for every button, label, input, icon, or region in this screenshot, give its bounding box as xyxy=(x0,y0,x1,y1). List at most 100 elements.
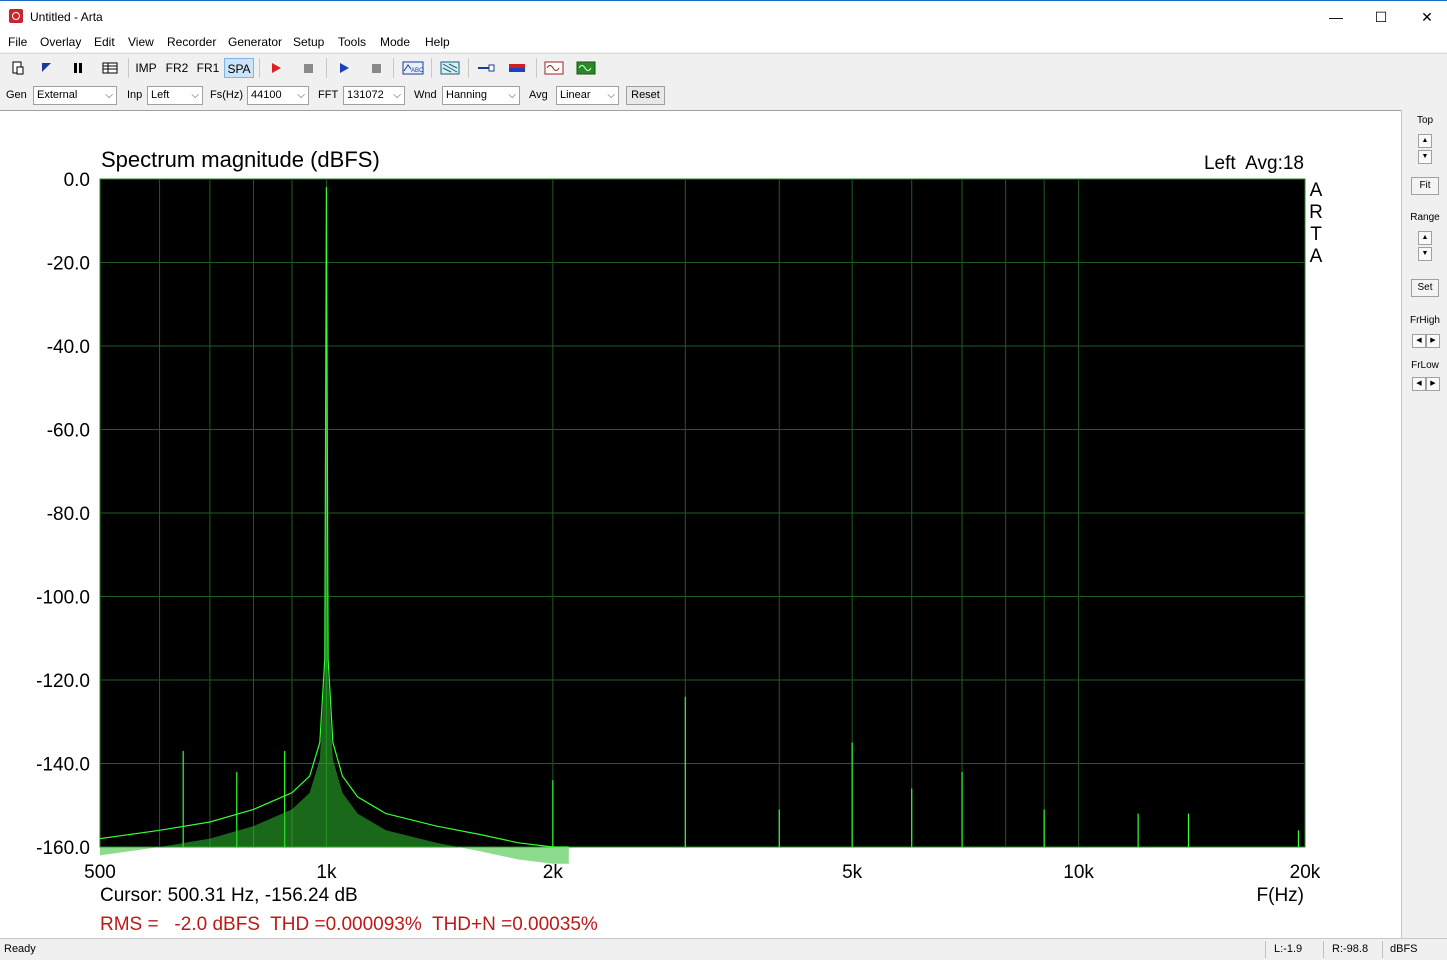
close-button[interactable]: ✕ xyxy=(1404,1,1447,33)
set-button[interactable]: Set xyxy=(1411,279,1439,297)
svg-text:ABC: ABC xyxy=(411,68,424,74)
watermark-a2: A xyxy=(1310,246,1323,267)
fr2-button[interactable]: FR2 xyxy=(163,58,191,78)
range-down-spin[interactable]: ▼ xyxy=(1418,247,1432,261)
stop-icon[interactable] xyxy=(298,58,318,78)
y-tick-label: -20.0 xyxy=(47,254,90,275)
menu-recorder[interactable]: Recorder xyxy=(167,35,216,49)
y-tick-label: -60.0 xyxy=(47,421,90,442)
chevron-down-icon: ⌵ xyxy=(105,90,113,101)
wnd-label: Wnd xyxy=(414,89,437,101)
status-ready: Ready xyxy=(4,943,36,955)
chevron-down-icon: ⌵ xyxy=(191,90,199,101)
frhigh-right-spin[interactable]: ▶ xyxy=(1426,334,1440,348)
chart-title: Spectrum magnitude (dBFS) xyxy=(101,147,380,172)
play-icon[interactable] xyxy=(334,58,354,78)
y-tick-label: -140.0 xyxy=(36,755,90,776)
gen-label: Gen xyxy=(6,89,27,101)
reset-button[interactable]: Reset xyxy=(626,86,665,105)
frlow-label: FrLow xyxy=(1411,360,1439,371)
imp-button[interactable]: IMP xyxy=(134,58,158,78)
gen-select[interactable]: External ⌵ xyxy=(33,86,117,105)
range-up-spin[interactable]: ▲ xyxy=(1418,231,1432,245)
wave-icon[interactable] xyxy=(574,58,598,78)
metrics-readout: RMS = -2.0 dBFS THD =0.000093% THD+N =0.… xyxy=(100,914,598,935)
inp-select[interactable]: Left ⌵ xyxy=(147,86,203,105)
status-unit: dBFS xyxy=(1390,943,1418,955)
fs-select[interactable]: 44100 ⌵ xyxy=(247,86,309,105)
sine-icon[interactable] xyxy=(542,58,566,78)
x-axis-unit: F(Hz) xyxy=(1257,885,1304,906)
gen-value: External xyxy=(37,89,78,101)
frhigh-label: FrHigh xyxy=(1409,315,1440,326)
avg-value: Linear xyxy=(560,89,591,101)
chevron-down-icon: ⌵ xyxy=(393,90,401,101)
frlow-right-spin[interactable]: ▶ xyxy=(1426,377,1440,391)
maximize-button[interactable]: ☐ xyxy=(1358,1,1404,33)
window-title: Untitled - Arta xyxy=(30,10,103,24)
fs-label: Fs(Hz) xyxy=(210,89,243,101)
avg-label: Avg xyxy=(529,89,548,101)
frlow-left-spin[interactable]: ◀ xyxy=(1412,377,1426,391)
abc-icon[interactable]: ABC xyxy=(400,58,426,78)
fs-value: 44100 xyxy=(251,89,282,101)
menu-mode[interactable]: Mode xyxy=(380,35,410,49)
watermark-r: R xyxy=(1309,202,1323,223)
open-icon[interactable] xyxy=(36,58,56,78)
menu-tools[interactable]: Tools xyxy=(338,35,366,49)
y-tick-label: -120.0 xyxy=(36,671,90,692)
y-tick-label: -80.0 xyxy=(47,504,90,525)
avg-select[interactable]: Linear ⌵ xyxy=(556,86,619,105)
x-tick-label: 5k xyxy=(842,862,863,883)
control-bar: Gen External ⌵ Inp Left ⌵ Fs(Hz) 44100 ⌵ FF… xyxy=(0,84,1447,108)
status-bar: Ready L:-1.9 R:-98.8 dBFS xyxy=(0,938,1447,960)
fft-select[interactable]: 131072 ⌵ xyxy=(343,86,405,105)
cursor-icon[interactable] xyxy=(474,58,498,78)
fr1-button[interactable]: FR1 xyxy=(195,58,221,78)
chevron-down-icon: ⌵ xyxy=(607,90,615,101)
x-tick-label: 1k xyxy=(316,862,337,883)
menu-view[interactable]: View xyxy=(128,35,154,49)
waterfall-icon[interactable] xyxy=(438,58,462,78)
spectrum-chart[interactable]: 0.0 -20.0 -40.0 -60.0 -80.0 -100.0 -120.0 -140.… xyxy=(0,111,1401,939)
pause-icon[interactable] xyxy=(68,58,88,78)
fft-label: FFT xyxy=(318,89,339,101)
watermark-t: T xyxy=(1310,224,1322,245)
top-up-spin[interactable]: ▲ xyxy=(1418,134,1432,148)
x-tick-label: 10k xyxy=(1063,862,1094,883)
menu-setup[interactable]: Setup xyxy=(293,35,324,49)
toolbar: IMP FR2 FR1 SPA ABC xyxy=(0,53,1447,82)
stop2-icon[interactable] xyxy=(366,58,386,78)
inp-value: Left xyxy=(151,89,170,101)
wnd-select[interactable]: Hanning ⌵ xyxy=(442,86,520,105)
fit-button[interactable]: Fit xyxy=(1411,177,1439,195)
chevron-down-icon: ⌵ xyxy=(297,90,305,101)
side-panel: Top ▲ ▼ Fit Range ▲ ▼ Set FrHigh ◀ ▶ FrL… xyxy=(1401,110,1447,938)
menu-help[interactable]: Help xyxy=(425,35,450,49)
new-icon[interactable] xyxy=(8,58,28,78)
spa-button[interactable]: SPA xyxy=(224,58,254,78)
top-down-spin[interactable]: ▼ xyxy=(1418,150,1432,164)
x-tick-label: 500 xyxy=(84,862,116,883)
x-tick-label: 2k xyxy=(543,862,564,883)
channel-info: Left Avg:18 xyxy=(1204,153,1304,174)
menu-file[interactable]: File xyxy=(8,35,27,49)
minimize-button[interactable]: — xyxy=(1313,1,1359,33)
y-tick-label: 0.0 xyxy=(64,170,90,191)
status-right-level: R:-98.8 xyxy=(1332,943,1369,955)
status-left-level: L:-1.9 xyxy=(1274,943,1303,955)
bars-icon[interactable] xyxy=(505,58,529,78)
x-tick-label: 20k xyxy=(1290,862,1321,883)
record-icon[interactable] xyxy=(266,58,286,78)
fft-value: 131072 xyxy=(347,89,384,101)
cursor-readout: Cursor: 500.31 Hz, -156.24 dB xyxy=(100,885,358,906)
x-axis-labels: 500 1k 2k 5k 10k 20k xyxy=(84,862,1321,883)
menu-overlay[interactable]: Overlay xyxy=(40,35,81,49)
menu-edit[interactable]: Edit xyxy=(94,35,115,49)
frhigh-left-spin[interactable]: ◀ xyxy=(1412,334,1426,348)
table-icon[interactable] xyxy=(100,58,120,78)
menu-generator[interactable]: Generator xyxy=(228,35,282,49)
y-tick-label: -100.0 xyxy=(36,588,90,609)
watermark-a1: A xyxy=(1310,180,1323,201)
plot-area: 0.0 -20.0 -40.0 -60.0 -80.0 -100.0 -120.0 -140.… xyxy=(0,110,1401,939)
